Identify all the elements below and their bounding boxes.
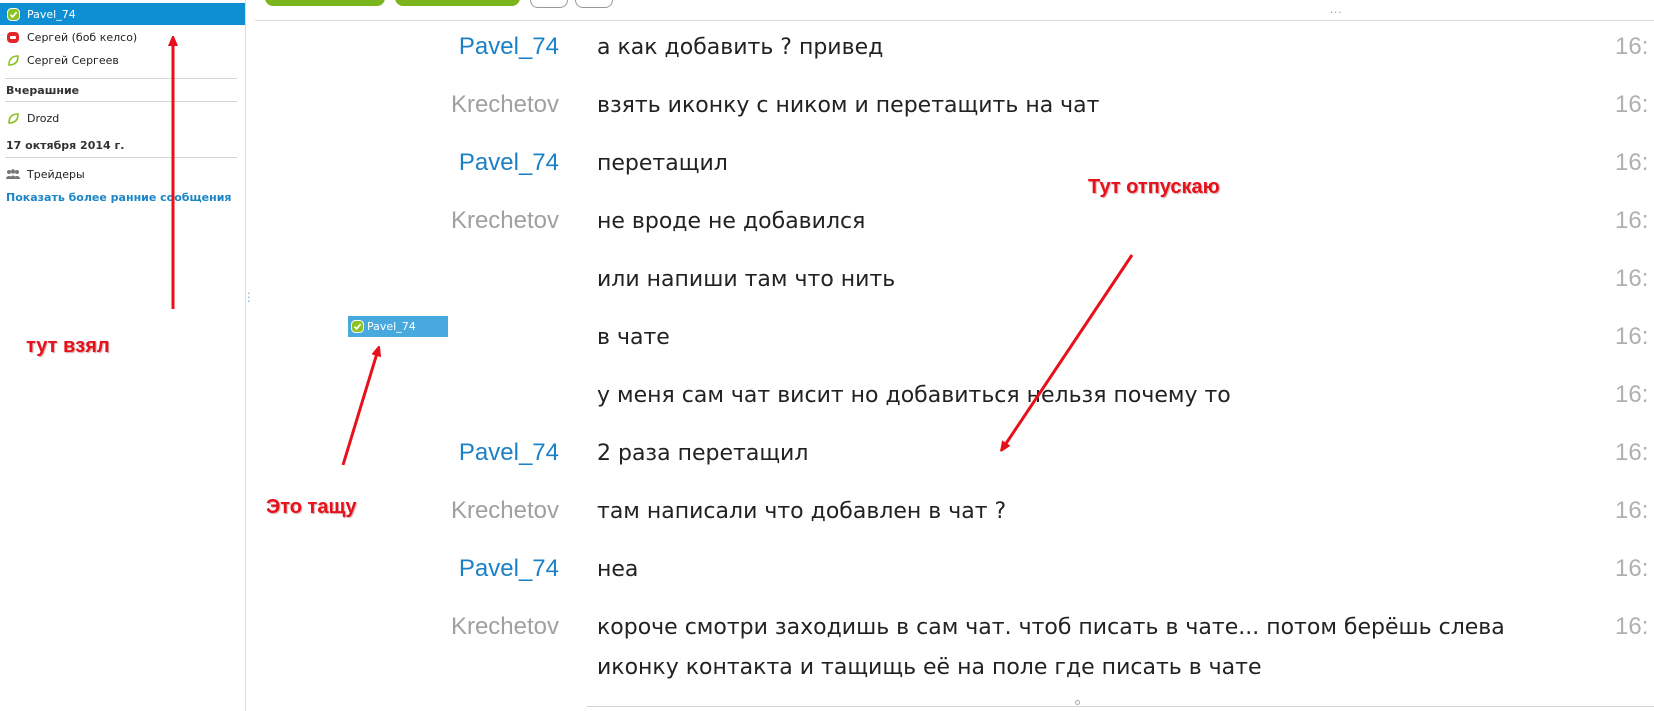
section-label-yesterday: Вчерашние (6, 84, 80, 97)
message-text: у меня сам чат висит но добавиться нельз… (597, 383, 1231, 408)
message-time: 16: (1615, 613, 1649, 640)
contact-name: Сергей (боб келсо) (27, 30, 138, 44)
divider (5, 101, 237, 102)
message-text: 2 раза перетащил (597, 441, 809, 466)
message-time: 16: (1615, 149, 1649, 176)
message-time: 16: (1615, 555, 1649, 582)
message-time: 16: (1615, 91, 1649, 118)
arrow-dragging (341, 350, 378, 466)
message-time: 16: (1615, 33, 1649, 60)
message-author[interactable]: Pavel_74 (459, 555, 559, 583)
message-time: 16: (1615, 265, 1649, 292)
annotation-release-here: Тут отпускаю (1088, 176, 1220, 198)
message-author[interactable]: Krechetov (451, 207, 559, 235)
message-author[interactable]: Pavel_74 (459, 149, 559, 177)
chat-toolbar: ··· (255, 0, 1654, 21)
contact-item-drozd[interactable]: Drozd (0, 107, 245, 129)
message-time: 16: (1615, 323, 1649, 350)
contact-item-pavel-74[interactable]: Pavel_74 (0, 3, 245, 25)
arrow-release-here (1003, 254, 1134, 448)
show-earlier-messages-link[interactable]: Показать более ранние сообщения (6, 191, 231, 204)
message-input-divider (587, 706, 1654, 707)
message-time: 16: (1615, 439, 1649, 466)
message-text: не вроде не добавился (597, 209, 866, 234)
message-text: короче смотри заходишь в сам чат. чтоб п… (597, 615, 1505, 640)
annotation-dragging: Это тащу (266, 496, 357, 518)
input-resize-handle[interactable] (1075, 700, 1080, 705)
toolbar-pill-button[interactable] (530, 0, 568, 8)
divider (5, 78, 237, 79)
message-text: перетащил (597, 151, 728, 176)
sidebar-resize-handle[interactable]: · · · (247, 288, 251, 307)
contact-name: Трейдеры (27, 167, 85, 181)
message-time: 16: (1615, 497, 1649, 524)
phone-icon (5, 29, 21, 45)
online-check-icon (351, 320, 364, 333)
divider (5, 157, 237, 158)
dragged-contact-ghost[interactable]: Pavel_74 (348, 316, 448, 337)
message-author[interactable]: Pavel_74 (459, 439, 559, 467)
contact-item-sergey-sergeev[interactable]: Сергей Сергеев (0, 49, 245, 71)
message-author[interactable]: Pavel_74 (459, 33, 559, 61)
message-author[interactable]: Krechetov (451, 613, 559, 641)
message-author[interactable]: Krechetov (451, 91, 559, 119)
online-check-icon (5, 6, 21, 22)
offline-leaf-icon (5, 52, 21, 68)
contact-name: Сергей Сергеев (27, 53, 119, 67)
message-text: там написали что добавлен в чат ? (597, 499, 1007, 524)
toolbar-green-button[interactable] (395, 0, 520, 6)
contact-name: Drozd (27, 111, 60, 125)
toolbar-resize-handle[interactable]: ··· (1330, 8, 1343, 19)
group-icon (5, 166, 21, 182)
message-text: взять иконку с ником и перетащить на чат (597, 93, 1100, 118)
message-author[interactable]: Krechetov (451, 497, 559, 525)
contact-name: Pavel_74 (27, 7, 76, 21)
contact-item-sergey-bob[interactable]: Сергей (боб келсо) (0, 26, 245, 48)
message-text: или напиши там что нить (597, 267, 896, 292)
message-time: 16: (1615, 207, 1649, 234)
toolbar-pill-button[interactable] (575, 0, 613, 8)
contact-item-traders[interactable]: Трейдеры (0, 163, 245, 185)
message-text: неа (597, 557, 639, 582)
dragged-contact-name: Pavel_74 (367, 320, 416, 333)
message-text-continued: иконку контакта и тащищь её на поле где … (597, 655, 1262, 680)
section-label-date: 17 октября 2014 г. (6, 139, 125, 152)
annotation-took-here: тут взял (26, 335, 110, 357)
message-text: а как добавить ? привед (597, 35, 884, 60)
message-text: в чате (597, 325, 670, 350)
message-time: 16: (1615, 381, 1649, 408)
toolbar-green-button[interactable] (265, 0, 385, 6)
offline-leaf-icon (5, 110, 21, 126)
